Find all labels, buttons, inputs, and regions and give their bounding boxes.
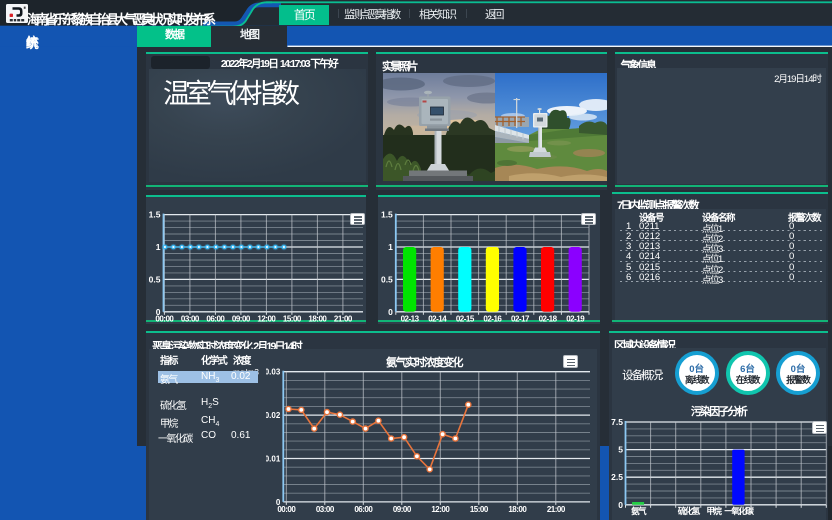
svg-text:12:00: 12:00 <box>431 505 450 514</box>
svg-text:0: 0 <box>276 498 281 507</box>
svg-text:03:00: 03:00 <box>181 315 200 324</box>
svg-text:0.01: 0.01 <box>266 455 281 464</box>
svg-text:7.5: 7.5 <box>611 417 623 427</box>
svg-text:氨气: 氨气 <box>631 506 647 516</box>
svg-text:09:00: 09:00 <box>393 505 412 514</box>
svg-text:甲烷: 甲烷 <box>706 506 722 516</box>
svg-text:02-13: 02-13 <box>401 315 420 324</box>
svg-text:1: 1 <box>156 242 161 252</box>
svg-text:2.5: 2.5 <box>611 472 623 482</box>
svg-text:15:00: 15:00 <box>283 315 302 324</box>
svg-text:12:00: 12:00 <box>257 315 276 324</box>
svg-text:02-15: 02-15 <box>456 315 475 324</box>
svg-text:0.03: 0.03 <box>266 368 281 377</box>
svg-text:1.5: 1.5 <box>381 210 393 220</box>
svg-text:18:00: 18:00 <box>308 315 327 324</box>
svg-text:06:00: 06:00 <box>206 315 225 324</box>
svg-text:02-14: 02-14 <box>428 315 447 324</box>
svg-text:5: 5 <box>618 445 623 455</box>
svg-text:0: 0 <box>388 307 393 317</box>
svg-text:硫化氢: 硫化氢 <box>678 506 701 516</box>
svg-text:02-17: 02-17 <box>511 315 530 324</box>
svg-text:1: 1 <box>388 242 393 252</box>
svg-text:一氧化碳: 一氧化碳 <box>724 506 754 516</box>
svg-text:02-18: 02-18 <box>539 315 558 324</box>
svg-text:21:00: 21:00 <box>334 315 353 324</box>
svg-text:0: 0 <box>618 500 623 510</box>
svg-text:02-16: 02-16 <box>483 315 502 324</box>
svg-text:18:00: 18:00 <box>508 505 527 514</box>
svg-text:0.5: 0.5 <box>149 274 161 284</box>
svg-text:1.5: 1.5 <box>149 210 161 220</box>
svg-text:15:00: 15:00 <box>470 505 489 514</box>
svg-text:21:00: 21:00 <box>547 505 566 514</box>
svg-text:02-19: 02-19 <box>566 315 585 324</box>
svg-text:0.02: 0.02 <box>266 411 281 420</box>
svg-text:0.5: 0.5 <box>381 274 393 284</box>
svg-text:06:00: 06:00 <box>354 505 373 514</box>
svg-text:09:00: 09:00 <box>232 315 251 324</box>
svg-text:00:00: 00:00 <box>155 315 174 324</box>
svg-text:03:00: 03:00 <box>316 505 335 514</box>
